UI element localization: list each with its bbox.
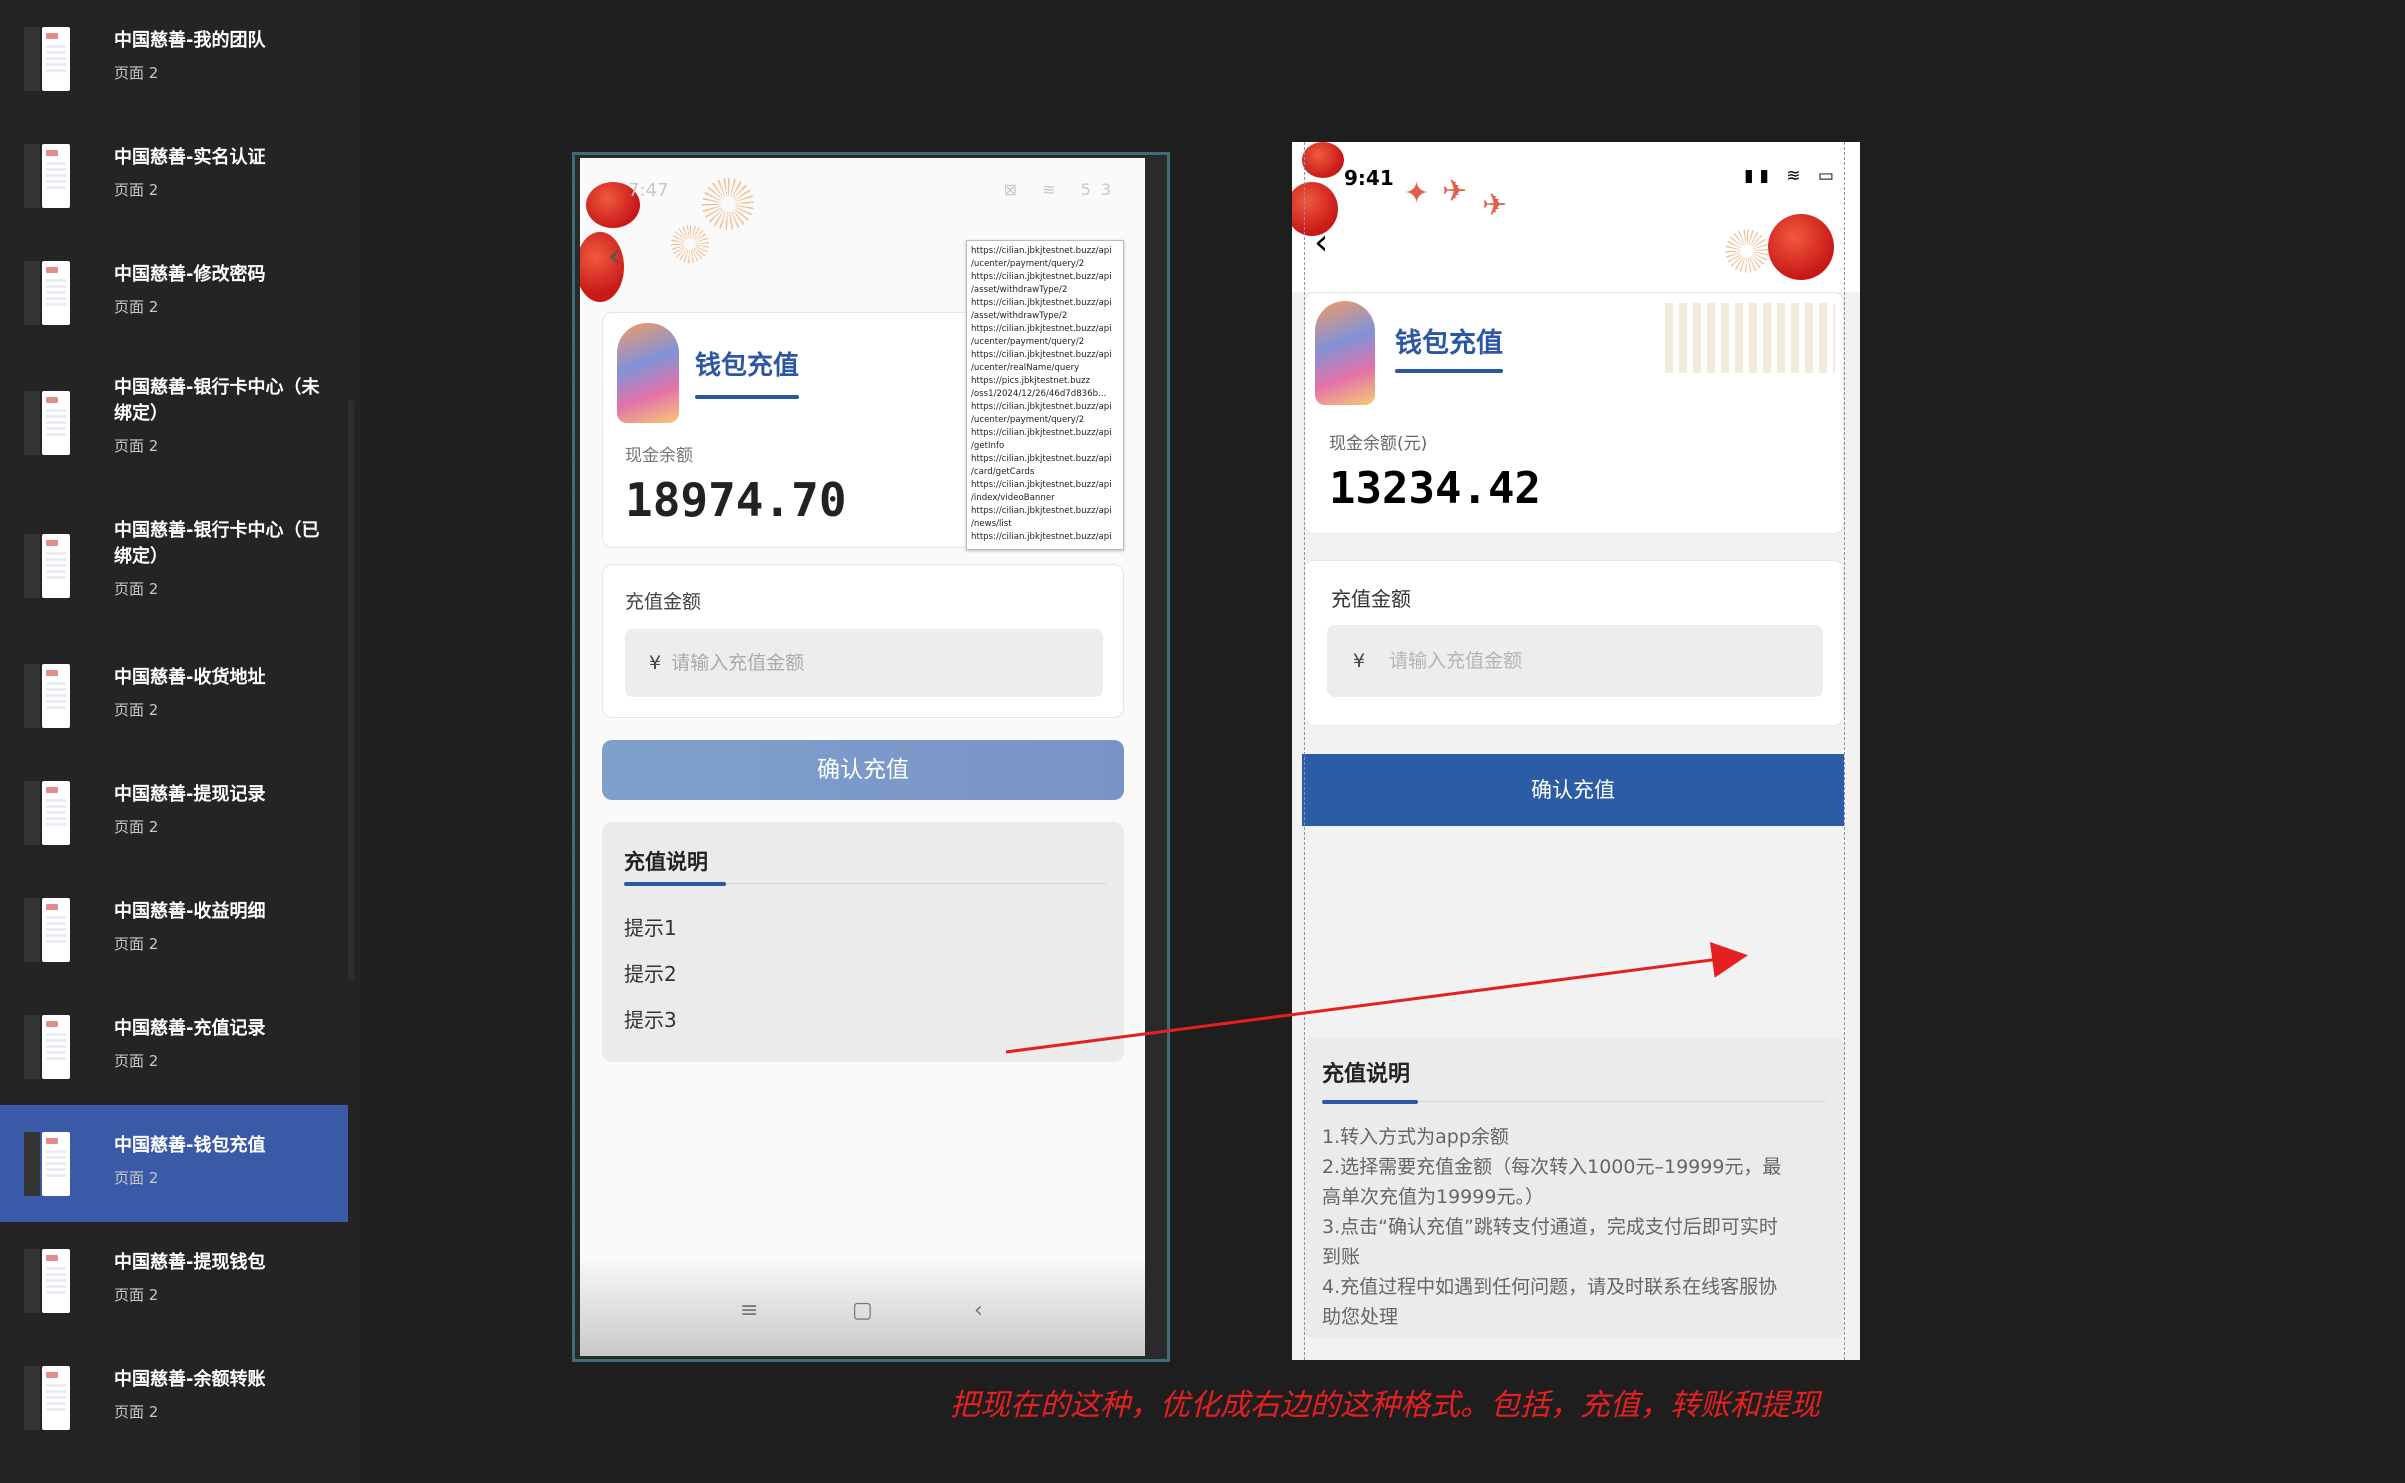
annotation-arrow	[1005, 942, 1748, 1054]
annotation-caption: 把现在的这种，优化成右边的这种格式。包括，充值，转账和提现	[950, 1388, 1820, 1423]
